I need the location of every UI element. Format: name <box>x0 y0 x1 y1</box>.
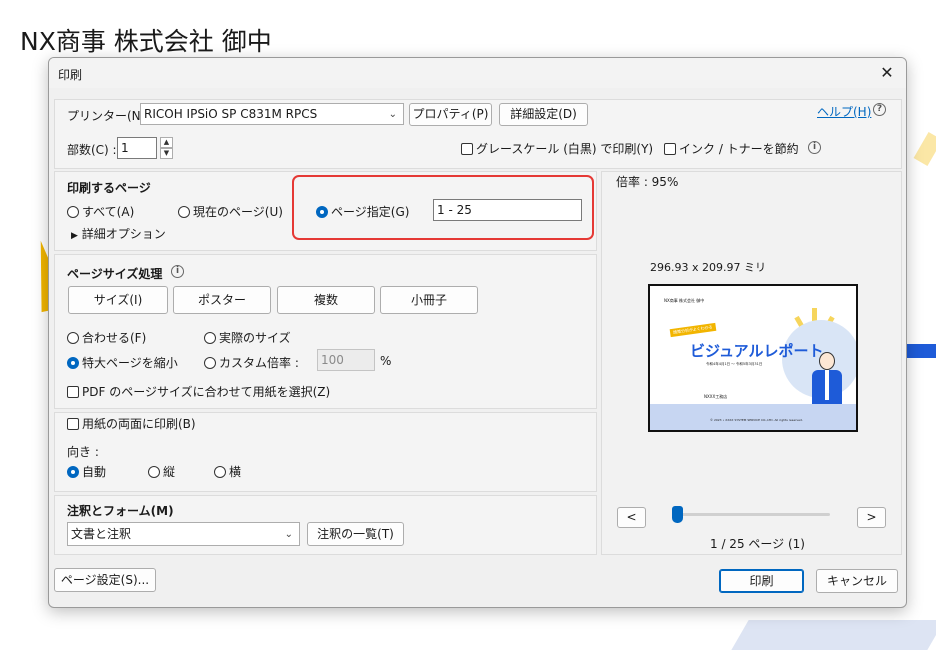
orientation-landscape-radio[interactable]: 横 <box>214 463 241 480</box>
save-ink-checkbox[interactable]: インク / トナーを節約 <box>664 140 799 157</box>
cancel-button[interactable]: キャンセル <box>816 569 898 593</box>
preview-page-period: 令和4年4月1日 〜 令和5年3月31日 <box>706 362 763 366</box>
custom-scale-dot[interactable] <box>204 357 216 369</box>
custom-scale-label: カスタム倍率 : <box>219 356 299 370</box>
orientation-landscape-dot[interactable] <box>214 466 226 478</box>
pages-current-label: 現在のページ(U) <box>193 205 283 219</box>
fit-dot[interactable] <box>67 332 79 344</box>
preview-page-header: NX商事 株式会社 御中 <box>664 298 705 303</box>
help-link[interactable]: ヘルプ(H) <box>817 103 871 120</box>
chevron-down-icon: ⌄ <box>284 529 293 540</box>
copies-label: 部数(C) : <box>67 143 117 157</box>
shrink-radio[interactable]: 特大ページを縮小 <box>67 354 178 371</box>
chevron-down-icon: ⌄ <box>388 109 397 120</box>
percent-label: % <box>380 354 392 368</box>
orientation-auto-label: 自動 <box>82 465 107 479</box>
both-sides-checkbox[interactable]: 用紙の両面に印刷(B) <box>67 415 196 432</box>
page-slider-track[interactable] <box>674 513 830 516</box>
grayscale-checkbox[interactable]: グレースケール (白黒) で印刷(Y) <box>461 140 653 157</box>
close-icon[interactable]: ✕ <box>876 62 898 84</box>
printer-select-value: RICOH IPSiO SP C831M RPCS <box>144 107 318 121</box>
print-button[interactable]: 印刷 <box>719 569 804 593</box>
print-dialog: 印刷 ✕ プリンター(N) : RICOH IPSiO SP C831M RPC… <box>48 57 907 608</box>
actual-size-dot[interactable] <box>204 332 216 344</box>
sizing-info-icon[interactable]: i <box>171 265 184 278</box>
actual-size-label: 実際のサイズ <box>219 331 291 345</box>
comments-summary-button[interactable]: 注釈の一覧(T) <box>307 522 404 546</box>
actual-size-radio[interactable]: 実際のサイズ <box>204 329 291 346</box>
preview-next-button[interactable]: > <box>857 507 886 528</box>
both-sides-label: 用紙の両面に印刷(B) <box>82 417 196 431</box>
grayscale-label: グレースケール (白黒) で印刷(Y) <box>476 142 654 156</box>
orientation-portrait-radio[interactable]: 縦 <box>148 463 175 480</box>
pages-current-dot[interactable] <box>178 206 190 218</box>
custom-scale-input[interactable]: 100 <box>317 349 375 371</box>
tab-booklet[interactable]: 小冊子 <box>380 286 478 314</box>
highlight-box <box>292 175 594 240</box>
help-icon[interactable]: ? <box>873 103 886 116</box>
pdf-paper-checkbox[interactable]: PDF のページサイズに合わせて用紙を選択(Z) <box>67 383 330 400</box>
orientation-auto-radio[interactable]: 自動 <box>67 463 106 480</box>
tab-multiple[interactable]: 複数 <box>277 286 375 314</box>
document-title: NX商事 株式会社 御中 <box>20 27 272 56</box>
document-decoration-blue <box>906 344 936 358</box>
preview-page: NX商事 株式会社 御中 施策分析がよくわかる ビジュアルレポート 令和4年4月… <box>648 284 858 432</box>
document-decoration-yellow-right <box>913 132 936 166</box>
preview-page-title: ビジュアルレポート <box>690 342 824 360</box>
orientation-portrait-label: 縦 <box>163 465 176 479</box>
pdf-paper-label: PDF のページサイズに合わせて用紙を選択(Z) <box>82 385 331 399</box>
preview-prev-button[interactable]: < <box>617 507 646 528</box>
comments-select[interactable]: 文書と注釈 ⌄ <box>67 522 300 546</box>
preview-page-footer: © 2023 • XXXX SYSTEM SERVICE CO.,LTD. Al… <box>710 418 803 422</box>
pages-heading: 印刷するページ <box>67 181 151 195</box>
pages-current-radio[interactable]: 現在のページ(U) <box>178 203 283 220</box>
preview-scale: 倍率 : 95% <box>616 175 679 189</box>
preview-page-company: NXXX工務店 <box>704 394 728 399</box>
comments-select-value: 文書と注釈 <box>71 527 132 541</box>
orientation-auto-dot[interactable] <box>67 466 79 478</box>
printer-select[interactable]: RICOH IPSiO SP C831M RPCS ⌄ <box>140 103 404 125</box>
save-ink-box[interactable] <box>664 143 676 155</box>
pages-all-dot[interactable] <box>67 206 79 218</box>
shrink-label: 特大ページを縮小 <box>82 356 178 370</box>
pages-all-label: すべて(A) <box>82 205 135 219</box>
orientation-portrait-dot[interactable] <box>148 466 160 478</box>
pages-all-radio[interactable]: すべて(A) <box>67 203 134 220</box>
shrink-dot[interactable] <box>67 357 79 369</box>
copies-input[interactable]: 1 <box>117 137 157 159</box>
preview-badge: 施策分析がよくわかる <box>669 322 717 338</box>
info-icon[interactable]: i <box>808 141 821 154</box>
dialog-titlebar: 印刷 ✕ <box>49 58 906 88</box>
more-options-toggle[interactable]: ▶ 詳細オプション <box>71 225 166 242</box>
orientation-landscape-label: 横 <box>229 465 242 479</box>
tab-poster[interactable]: ポスター <box>173 286 271 314</box>
more-options-label: 詳細オプション <box>81 227 166 241</box>
pdf-paper-box[interactable] <box>67 386 79 398</box>
copies-up-icon[interactable]: ▲ <box>160 137 173 148</box>
dialog-title: 印刷 <box>58 68 83 82</box>
save-ink-label: インク / トナーを節約 <box>679 142 799 156</box>
page-slider-thumb[interactable] <box>672 506 683 523</box>
page-setup-button[interactable]: ページ設定(S)... <box>54 568 156 592</box>
sizing-heading: ページサイズ処理 <box>67 267 163 281</box>
preview-page-count: 1 / 25 ページ (1) <box>710 537 805 551</box>
triangle-right-icon: ▶ <box>71 231 78 241</box>
tab-size[interactable]: サイズ(I) <box>68 286 168 314</box>
custom-scale-radio[interactable]: カスタム倍率 : <box>204 354 299 371</box>
both-sides-box[interactable] <box>67 418 79 430</box>
orientation-label: 向き : <box>67 445 99 459</box>
properties-button[interactable]: プロパティ(P) <box>409 103 492 126</box>
advanced-button[interactable]: 詳細設定(D) <box>499 103 588 126</box>
fit-radio[interactable]: 合わせる(F) <box>67 329 146 346</box>
fit-label: 合わせる(F) <box>82 331 147 345</box>
document-decoration-bottom <box>731 620 936 650</box>
comments-heading: 注釈とフォーム(M) <box>67 504 174 518</box>
preview-dimensions: 296.93 x 209.97 ミリ <box>650 261 766 274</box>
grayscale-box[interactable] <box>461 143 473 155</box>
copies-down-icon[interactable]: ▼ <box>160 148 173 159</box>
